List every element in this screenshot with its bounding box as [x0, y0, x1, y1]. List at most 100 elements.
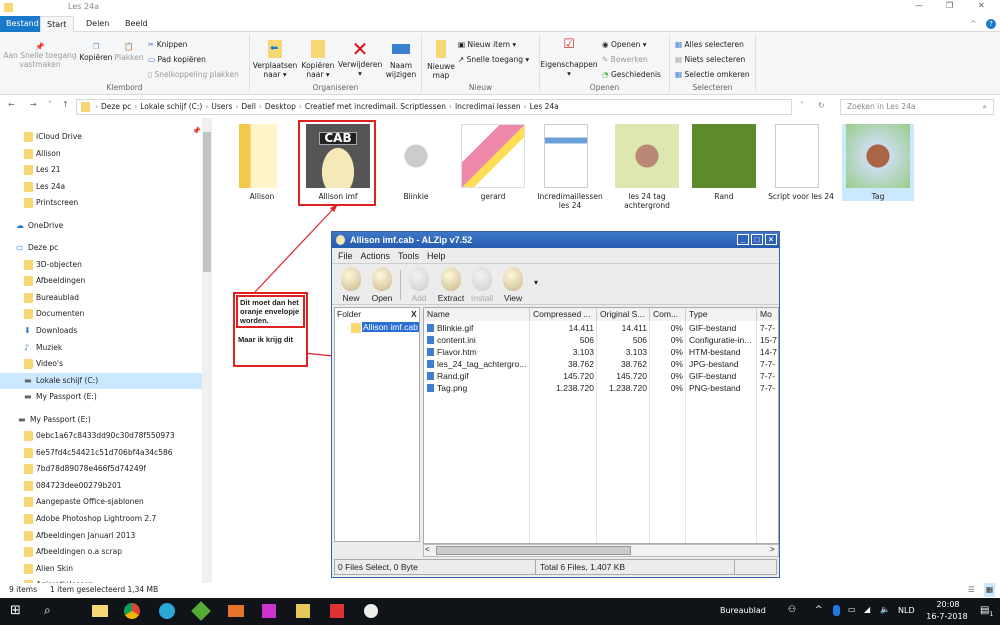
cell: 145.720 [563, 371, 594, 381]
toolbar-label: Extract [437, 293, 465, 303]
column-header[interactable]: Original S... [597, 308, 650, 321]
cell: 0% [670, 335, 683, 345]
volume-icon[interactable]: 🔈 [880, 605, 890, 614]
cell: 506 [632, 335, 647, 345]
cell: content.ini [437, 335, 476, 345]
app-icon[interactable] [296, 604, 310, 618]
annotation-text-1: Dit moet dan het oranje envelopje worden… [236, 295, 305, 328]
alzip-menu-bar: File Actions Tools Help [332, 248, 779, 263]
table-row[interactable]: Rand.gif 145.720 145.720 0% GIF-bestand 7-7- [424, 370, 778, 382]
toolbar-label: Install [470, 293, 494, 303]
folder-tree-item[interactable]: Allison imf.cab [362, 322, 419, 332]
file-icon [427, 324, 434, 332]
battery-icon[interactable]: ▭ [848, 605, 856, 614]
toolbar-open-button[interactable]: Open [365, 267, 399, 303]
toolbar-more-dropdown[interactable]: ▾ [534, 278, 538, 287]
column-header[interactable]: Com... [650, 308, 686, 321]
install-icon [472, 267, 492, 291]
alzip-minimize[interactable]: _ [737, 234, 749, 245]
bluetooth-icon[interactable] [833, 605, 840, 616]
annotation-text-2: Maar ik krijg dit [238, 335, 294, 344]
camera-app-icon[interactable] [159, 603, 175, 619]
app-icon[interactable] [191, 601, 211, 621]
column-header[interactable]: Compressed ... [530, 308, 597, 321]
scroll-left-button[interactable]: < [425, 545, 430, 554]
alzip-window: Allison imf.cab - ALZip v7.52 _ □ × File Ac… [331, 231, 780, 578]
cell: 0% [670, 359, 683, 369]
file-icon [427, 384, 434, 392]
column-divider [685, 321, 686, 543]
alzip-title: Allison imf.cab - ALZip v7.52 [350, 235, 473, 245]
app-icon[interactable] [262, 604, 276, 618]
table-row[interactable]: Blinkie.gif 14.411 14.411 0% GIF-bestand 7-7- [424, 322, 778, 334]
start-button[interactable]: ⊞ [10, 603, 21, 618]
chrome-icon[interactable] [124, 603, 140, 619]
table-row[interactable]: content.ini 506 506 0% Configuratie-in... 15-… [424, 334, 778, 346]
folder-icon [351, 323, 361, 333]
scroll-right-button[interactable]: > [770, 545, 775, 554]
menu-help[interactable]: Help [427, 251, 446, 261]
horizontal-scrollbar[interactable]: < > [423, 544, 779, 557]
clock-time[interactable]: 20:08 [928, 600, 968, 609]
alzip-close[interactable]: × [765, 234, 777, 245]
file-icon [427, 348, 434, 356]
cell: GIF-bestand [689, 371, 737, 381]
toolbar-install-button[interactable]: Install [465, 267, 499, 303]
table-row[interactable]: Flavor.htm 3.103 3.103 0% HTM-bestand 14-7 [424, 346, 778, 358]
clock-date[interactable]: 16-7-2018 [922, 612, 972, 621]
toolbar-new-button[interactable]: New [334, 267, 368, 303]
alzip-toolbar: ▾ New Open Add Extract Install View [332, 263, 779, 305]
file-icon [427, 336, 434, 344]
file-icon [427, 360, 434, 368]
folder-pane: Folder X Allison imf.cab [334, 307, 420, 542]
file-list: Name Compressed ... Original S... Com... Typ… [423, 307, 779, 544]
cell: 3.103 [625, 347, 647, 357]
table-row[interactable]: les_24_tag_achtergro... 38.762 38.762 0% JPG… [424, 358, 778, 370]
toolbar-view-button[interactable]: View [496, 267, 530, 303]
app-icon[interactable] [330, 604, 344, 618]
add-icon [409, 267, 429, 291]
alzip-maximize[interactable]: □ [751, 234, 763, 245]
cell: 1.238.720 [556, 383, 594, 393]
cell: 3.103 [572, 347, 594, 357]
cell: 0% [670, 323, 683, 333]
annotation-note: Dit moet dan het oranje envelopje worden… [233, 292, 308, 367]
incredimail-icon[interactable] [228, 605, 244, 617]
desktop-toolbar[interactable]: Bureaublad [720, 606, 766, 615]
arrow-line-up [254, 205, 337, 293]
toolbar-add-button[interactable]: Add [402, 267, 436, 303]
cell: 14.411 [568, 323, 594, 333]
toolbar-label: Add [411, 293, 427, 303]
selection-status: 0 Files Select, 0 Byte [338, 562, 418, 572]
column-header[interactable]: Mo [757, 308, 778, 321]
toolbar-extract-button[interactable]: Extract [434, 267, 468, 303]
cell: GIF-bestand [689, 323, 737, 333]
people-icon[interactable]: ⚇ [788, 605, 796, 615]
show-hidden-icons[interactable]: ^ [815, 605, 823, 615]
toolbar-label: View [503, 293, 523, 303]
menu-tools[interactable]: Tools [398, 251, 419, 261]
column-header[interactable]: Type [686, 308, 757, 321]
menu-file[interactable]: File [338, 251, 353, 261]
column-divider [596, 321, 597, 543]
file-icon [427, 372, 434, 380]
notification-count: 1 [989, 611, 994, 618]
cell: PNG-bestand [689, 383, 741, 393]
toolbar-label: New [342, 293, 360, 303]
notification-icon[interactable]: ▤1 [980, 605, 993, 618]
wifi-icon[interactable]: ◢ [864, 605, 870, 614]
column-header[interactable]: Name [424, 308, 530, 321]
menu-actions[interactable]: Actions [361, 251, 391, 261]
cell: 0% [670, 371, 683, 381]
search-icon[interactable]: ⌕ [44, 603, 51, 618]
toolbar-separator [400, 270, 401, 300]
table-row[interactable]: Tag.png 1.238.720 1.238.720 0% PNG-bestand 7-… [424, 382, 778, 394]
alzip-taskbar-icon[interactable] [364, 604, 378, 618]
scroll-thumb[interactable] [436, 546, 631, 555]
cell: 15-7 [760, 335, 778, 345]
file-explorer-icon[interactable] [92, 605, 108, 617]
cell: HTM-bestand [689, 347, 741, 357]
alzip-egg-icon [336, 235, 345, 245]
folder-pane-close[interactable]: X [411, 309, 417, 319]
language-indicator[interactable]: NLD [898, 606, 915, 615]
